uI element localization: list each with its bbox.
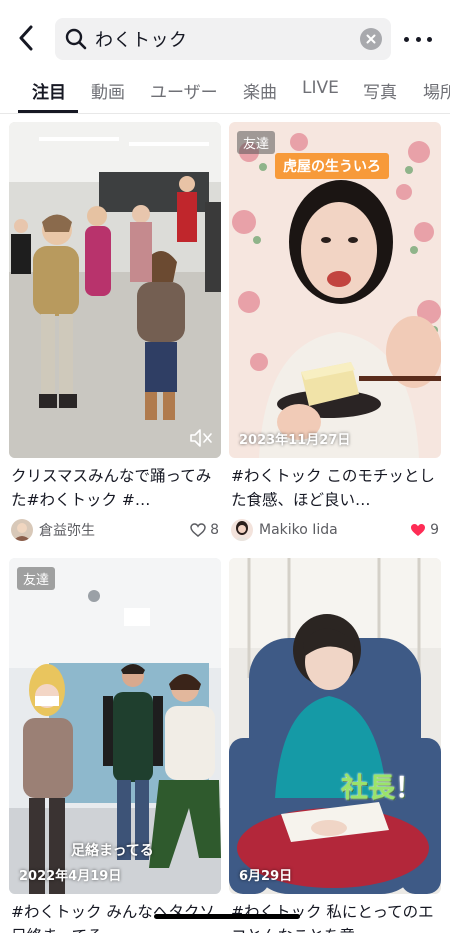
video-card[interactable]: 社長！ 6月29日 #わくトック 私にとってのエコとんなことを意	[229, 558, 441, 933]
video-thumbnail-image	[229, 558, 441, 894]
search-input[interactable]: わくトック	[55, 18, 391, 60]
chevron-left-icon	[19, 25, 33, 51]
video-thumbnail-image	[9, 122, 221, 458]
video-card[interactable]: 友達 虎屋の生ういろ 2023年11月27日 #わくトック このモチッとした食感…	[229, 122, 441, 542]
video-thumbnail[interactable]: 友達 足絡まってる 2022年4月19日	[9, 558, 221, 894]
author-row[interactable]: Makiko Iida 9	[231, 518, 439, 542]
video-date: 6月29日	[239, 869, 293, 884]
author-name: 倉益弥生	[39, 523, 95, 539]
tab-featured[interactable]: 注目	[32, 78, 66, 112]
avatar	[231, 519, 253, 541]
like-count[interactable]: 8	[190, 522, 219, 538]
tab-music[interactable]: 楽曲	[243, 78, 277, 112]
like-count[interactable]: 9	[410, 522, 439, 538]
video-card[interactable]: クリスマスみんなで踊ってみた#わくトック #… 倉益弥生 8	[9, 122, 221, 542]
video-thumbnail[interactable]: 社長！ 6月29日	[229, 558, 441, 894]
heart-outline-icon	[190, 523, 206, 537]
friend-badge: 友達	[237, 131, 276, 154]
tab-videos[interactable]: 動画	[91, 78, 125, 112]
search-query: わくトック	[95, 30, 188, 51]
tab-live[interactable]: LIVE	[302, 78, 339, 112]
search-tabs: 注目 動画 ユーザー 楽曲 LIVE 写真 場所	[0, 70, 450, 114]
more-options-button[interactable]	[404, 29, 432, 49]
author-row[interactable]: 倉益弥生 8	[11, 518, 219, 542]
search-icon	[65, 28, 87, 50]
clear-search-button[interactable]	[360, 28, 382, 50]
video-date: 2023年11月27日	[239, 433, 351, 448]
video-caption: クリスマスみんなで踊ってみた#わくトック #…	[11, 467, 212, 509]
video-thumbnail[interactable]	[9, 122, 221, 458]
mute-icon[interactable]	[189, 428, 213, 448]
dot-icon	[427, 36, 432, 42]
heart-filled-icon	[411, 524, 426, 536]
like-number: 9	[430, 522, 439, 538]
tab-photos[interactable]: 写真	[363, 78, 397, 112]
back-button[interactable]	[12, 24, 40, 52]
video-overlay-text: 足絡まってる	[71, 843, 154, 859]
like-number: 8	[210, 522, 219, 538]
home-indicator	[154, 914, 300, 919]
tab-places[interactable]: 場所	[423, 78, 450, 112]
video-thumbnail[interactable]: 友達 虎屋の生ういろ 2023年11月27日	[229, 122, 441, 458]
video-card[interactable]: 友達 足絡まってる 2022年4月19日 #わくトック みんなヘタクソ足絡まって…	[9, 558, 221, 933]
video-date: 2022年4月19日	[19, 869, 122, 884]
dot-icon	[404, 36, 409, 42]
overlay-suffix: ！	[395, 773, 422, 804]
active-tab-indicator	[18, 110, 78, 113]
video-overlay-text: 社長！	[341, 766, 422, 805]
friend-badge: 友達	[17, 567, 56, 590]
dot-icon	[415, 36, 421, 42]
tab-users[interactable]: ユーザー	[150, 78, 218, 112]
close-icon	[366, 34, 376, 44]
video-text-tag: 虎屋の生ういろ	[275, 153, 389, 179]
overlay-main: 社長	[341, 773, 395, 804]
author-name: Makiko Iida	[259, 522, 338, 538]
avatar	[11, 519, 33, 541]
search-header: わくトック	[0, 0, 450, 68]
video-caption: #わくトック このモチッとした食感、ほど良い…	[231, 467, 435, 509]
